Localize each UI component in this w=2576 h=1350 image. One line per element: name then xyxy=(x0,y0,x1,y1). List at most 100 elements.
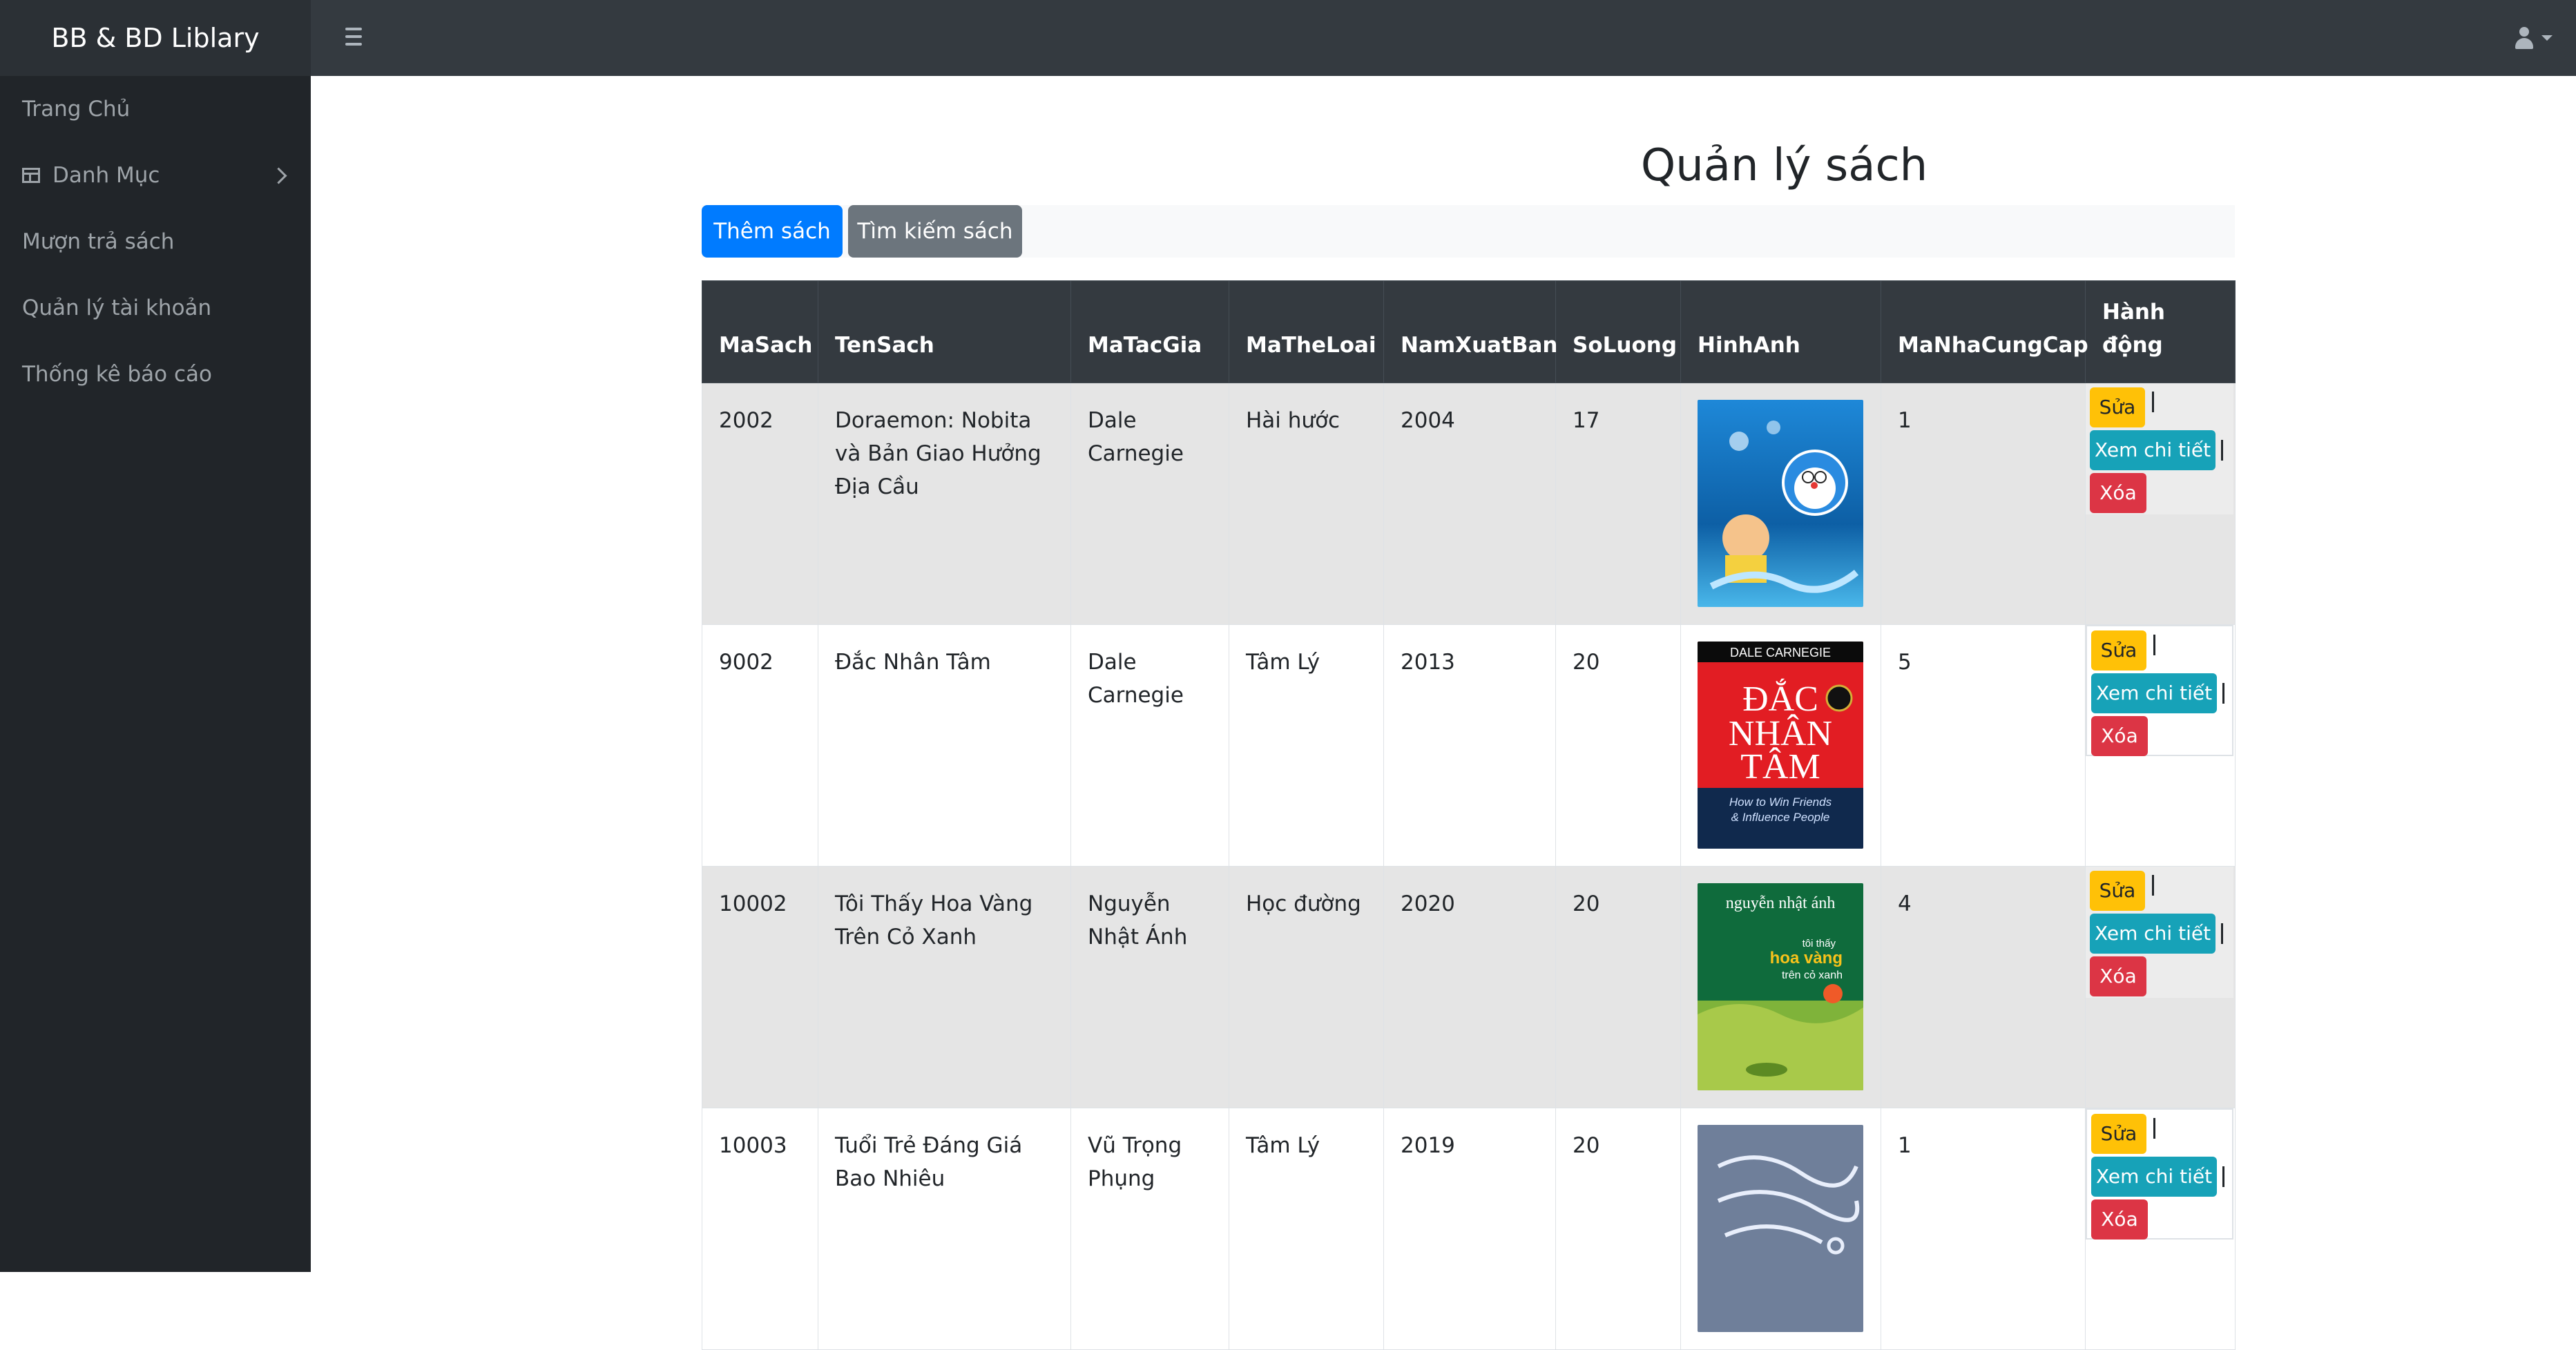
cell-matacgia: Dale Carnegie xyxy=(1070,383,1229,625)
cover-text: nguyễn nhật ánh xyxy=(1726,894,1836,912)
separator xyxy=(2221,440,2223,461)
book-cover-image: nguyễn nhật ánh tôi thấy hoa vàng trên c… xyxy=(1698,883,1863,1090)
actions-group: Sửa Xem chi tiết Xóa xyxy=(2086,1108,2233,1240)
edit-button[interactable]: Sửa xyxy=(2090,871,2145,911)
actions-group: Sửa Xem chi tiết Xóa xyxy=(2086,383,2233,514)
cell-soluong: 20 xyxy=(1555,866,1681,1108)
view-details-button[interactable]: Xem chi tiết xyxy=(2091,673,2217,713)
cell-namxuatban: 2020 xyxy=(1383,866,1556,1108)
delete-button[interactable]: Xóa xyxy=(2090,473,2146,513)
column-header[interactable]: HinhAnh xyxy=(1680,280,1881,383)
column-header[interactable]: MaNhaCungCap xyxy=(1881,280,2088,383)
cell-matheloai: Tâm Lý xyxy=(1229,1108,1384,1350)
sidebar-item-borrow[interactable]: Mượn trả sách xyxy=(0,209,311,275)
caret-down-icon xyxy=(2541,35,2553,41)
sidebar-item-accounts[interactable]: Quản lý tài khoản xyxy=(0,275,311,341)
cell-matheloai: Học đường xyxy=(1229,866,1384,1108)
cell-namxuatban: 2019 xyxy=(1383,1108,1556,1350)
table-row: 2002 Doraemon: Nobita và Bản Giao Hưởng … xyxy=(702,383,2236,625)
cell-matacgia: Vũ Trọng Phụng xyxy=(1070,1108,1229,1350)
cell-manhacungcap: 1 xyxy=(1881,383,2086,625)
add-book-button[interactable]: Thêm sách xyxy=(702,205,843,258)
cell-matheloai: Tâm Lý xyxy=(1229,624,1384,867)
separator xyxy=(2152,392,2154,412)
page-title: Quản lý sách xyxy=(1640,140,1928,191)
cell-actions: Sửa Xem chi tiết Xóa xyxy=(2085,624,2236,867)
column-header[interactable]: TenSach xyxy=(818,280,1071,383)
cover-text: How to Win Friends xyxy=(1729,795,1832,809)
separator xyxy=(2153,1118,2155,1139)
hamburger-menu-icon[interactable] xyxy=(345,26,362,46)
column-header[interactable]: NamXuatBan xyxy=(1383,280,1558,383)
separator xyxy=(2221,923,2223,944)
cell-masach: 9002 xyxy=(702,624,818,867)
cell-tensach: Tôi Thấy Hoa Vàng Trên Cỏ Xanh xyxy=(818,866,1071,1108)
cell-soluong: 20 xyxy=(1555,1108,1681,1350)
cell-namxuatban: 2004 xyxy=(1383,383,1556,625)
cell-masach: 10002 xyxy=(702,866,818,1108)
column-header[interactable]: MaTacGia xyxy=(1070,280,1229,383)
search-book-button[interactable]: Tìm kiếm sách xyxy=(848,205,1022,258)
table-row: 9002 Đắc Nhân Tâm Dale Carnegie Tâm Lý 2… xyxy=(702,624,2236,867)
edit-button[interactable]: Sửa xyxy=(2091,630,2146,671)
cell-matheloai: Hài hước xyxy=(1229,383,1384,625)
sidebar-item-reports[interactable]: Thống kê báo cáo xyxy=(0,341,311,407)
cell-actions: Sửa Xem chi tiết Xóa xyxy=(2085,866,2236,1108)
cell-manhacungcap: 1 xyxy=(1881,1108,2086,1350)
cell-soluong: 20 xyxy=(1555,624,1681,867)
cell-tensach: Đắc Nhân Tâm xyxy=(818,624,1071,867)
books-table: MaSach TenSach MaTacGia MaTheLoai NamXua… xyxy=(702,280,2236,1350)
cell-hinhanh xyxy=(1680,383,1881,625)
delete-button[interactable]: Xóa xyxy=(2090,956,2146,996)
delete-button[interactable]: Xóa xyxy=(2091,1199,2148,1240)
cover-text: tôi thấy xyxy=(1803,938,1836,949)
actions-group: Sửa Xem chi tiết Xóa xyxy=(2086,867,2233,998)
column-header[interactable]: Hành động xyxy=(2085,280,2236,383)
cover-text: & Influence People xyxy=(1731,811,1830,824)
column-header[interactable]: MaTheLoai xyxy=(1229,280,1384,383)
edit-button[interactable]: Sửa xyxy=(2091,1114,2146,1154)
table-row: 10003 Tuổi Trẻ Đáng Giá Bao Nhiêu Vũ Trọ… xyxy=(702,1108,2236,1350)
separator xyxy=(2222,683,2224,704)
cell-hinhanh: DALE CARNEGIE ĐẮC NHÂN TÂM How to Win Fr… xyxy=(1680,624,1881,867)
user-icon xyxy=(2514,26,2535,50)
cover-text: ĐẮC xyxy=(1742,678,1818,719)
column-header[interactable]: MaSach xyxy=(702,280,818,383)
sidebar-item-categories[interactable]: Danh Mục xyxy=(0,142,311,209)
sidebar-item-label: Danh Mục xyxy=(52,163,160,188)
sidebar-item-label: Mượn trả sách xyxy=(22,229,175,254)
sidebar-item-label: Thống kê báo cáo xyxy=(22,362,213,387)
book-cover-image: DALE CARNEGIE ĐẮC NHÂN TÂM How to Win Fr… xyxy=(1698,642,1863,849)
brand-title[interactable]: BB & BD Liblary xyxy=(0,0,311,76)
cell-masach: 2002 xyxy=(702,383,818,625)
separator xyxy=(2153,635,2155,655)
cell-namxuatban: 2013 xyxy=(1383,624,1556,867)
sidebar-item-label: Quản lý tài khoản xyxy=(22,296,212,320)
chevron-right-icon xyxy=(270,167,287,184)
cell-hinhanh: nguyễn nhật ánh tôi thấy hoa vàng trên c… xyxy=(1680,866,1881,1108)
separator xyxy=(2152,875,2154,896)
sidebar-item-home[interactable]: Trang Chủ xyxy=(0,76,311,142)
cell-actions: Sửa Xem chi tiết Xóa xyxy=(2085,1108,2236,1350)
user-menu[interactable] xyxy=(2514,22,2562,54)
cell-masach: 10003 xyxy=(702,1108,818,1350)
view-details-button[interactable]: Xem chi tiết xyxy=(2091,1157,2217,1197)
table-row: 10002 Tôi Thấy Hoa Vàng Trên Cỏ Xanh Ngu… xyxy=(702,866,2236,1108)
main-content: Quản lý sách Thêm sách Tìm kiếm sách MaS… xyxy=(311,76,2576,1350)
table-icon xyxy=(22,168,40,183)
book-cover-image xyxy=(1698,400,1863,607)
cover-text: DALE CARNEGIE xyxy=(1730,646,1831,659)
cell-actions: Sửa Xem chi tiết Xóa xyxy=(2085,383,2236,625)
cover-text: TÂM xyxy=(1740,746,1820,787)
book-cover-image xyxy=(1698,1125,1863,1332)
column-header[interactable]: SoLuong xyxy=(1555,280,1681,383)
view-details-button[interactable]: Xem chi tiết xyxy=(2090,914,2215,954)
edit-button[interactable]: Sửa xyxy=(2090,387,2145,427)
delete-button[interactable]: Xóa xyxy=(2091,716,2148,756)
cell-hinhanh xyxy=(1680,1108,1881,1350)
table-header-row: MaSach TenSach MaTacGia MaTheLoai NamXua… xyxy=(702,280,2236,383)
cell-matacgia: Dale Carnegie xyxy=(1070,624,1229,867)
view-details-button[interactable]: Xem chi tiết xyxy=(2090,430,2215,470)
sidebar-item-label: Trang Chủ xyxy=(22,97,131,122)
cell-manhacungcap: 4 xyxy=(1881,866,2086,1108)
